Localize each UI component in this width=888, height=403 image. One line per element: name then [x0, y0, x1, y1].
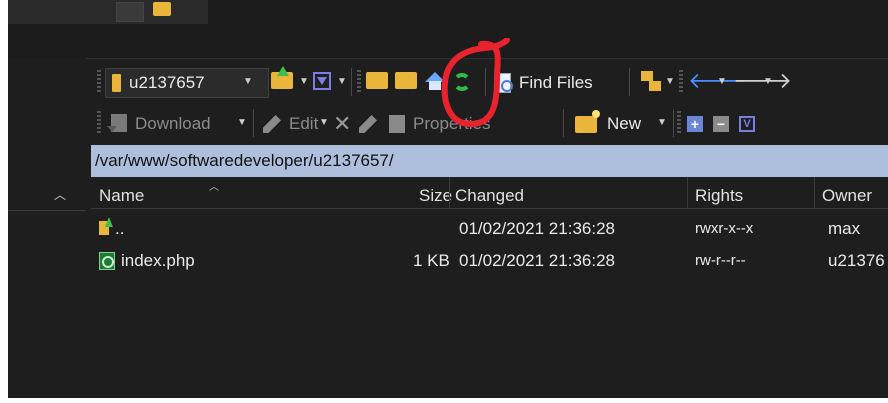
synchronize-button[interactable]: [641, 71, 661, 91]
filter-icon: [313, 72, 331, 90]
separator: [485, 68, 486, 96]
rename-button[interactable]: [359, 111, 377, 137]
separator: [351, 68, 352, 96]
chevron-down-icon[interactable]: ▼: [665, 76, 675, 87]
toolbar-grip[interactable]: [357, 70, 361, 94]
separator: [563, 109, 564, 137]
toolbar-grip[interactable]: [679, 70, 683, 94]
parent-folder-icon: [99, 217, 113, 235]
mini-dropdown[interactable]: [116, 2, 144, 22]
file-size: 1 KB: [413, 251, 450, 270]
root-folder-icon: [395, 72, 417, 89]
unselect-button[interactable]: −: [713, 116, 729, 132]
remote-file-list: Name ︿ Size Changed Rights Owner .. 01/0…: [91, 177, 888, 398]
root-directory-button[interactable]: [395, 72, 417, 89]
file-rights: rw-r--r--: [695, 252, 746, 269]
find-files-icon: [495, 73, 513, 93]
invert-selection-button[interactable]: V: [739, 116, 755, 132]
delete-icon: ✕: [333, 111, 352, 136]
filter-button[interactable]: [313, 72, 331, 90]
local-pane: ︿: [8, 58, 86, 398]
column-header-rights[interactable]: Rights: [695, 177, 743, 208]
column-header-size[interactable]: Size: [419, 177, 452, 208]
edit-button[interactable]: Edit: [263, 111, 318, 137]
remote-path-bar[interactable]: /var/www/softwaredeveloper/u2137657/: [91, 145, 888, 177]
delete-button[interactable]: ✕: [333, 111, 351, 137]
chevron-down-icon[interactable]: ▼: [657, 117, 667, 128]
open-folder-icon: [271, 72, 293, 89]
download-icon: [107, 114, 127, 134]
column-header-name[interactable]: Name: [99, 177, 144, 208]
file-name: ..: [115, 219, 125, 238]
file-owner: max: [828, 219, 861, 238]
parent-folder-icon: [366, 72, 388, 89]
toolbar-grip[interactable]: [677, 111, 681, 135]
find-files-button[interactable]: Find Files: [495, 71, 593, 95]
plus-icon: +: [687, 116, 703, 132]
column-header-owner[interactable]: Owner: [822, 177, 872, 208]
new-folder-icon: [575, 109, 600, 133]
chevron-down-icon[interactable]: ▼: [243, 76, 253, 87]
title-area: [8, 0, 888, 59]
download-label: Download: [135, 114, 211, 133]
parent-directory-button[interactable]: [366, 72, 388, 89]
chevron-down-icon[interactable]: ▼: [763, 76, 773, 87]
file-manager-window: ︿ u2137657 ▼ ▼ ▼ Find Files ▼ 🡐 ▼ 🡒 ▼ Do…: [8, 0, 888, 398]
file-row[interactable]: .. 01/02/2021 21:36:28 rwxr-x--x max: [91, 217, 888, 241]
separator: [253, 109, 254, 137]
new-button[interactable]: New: [575, 109, 642, 137]
current-path: /var/www/softwaredeveloper/u2137657/: [95, 151, 394, 170]
select-all-button[interactable]: +: [687, 116, 703, 132]
file-name: index.php: [121, 251, 195, 270]
column-divider[interactable]: [687, 177, 688, 208]
toolbar-grip[interactable]: [97, 111, 101, 135]
php-file-icon: [99, 252, 115, 270]
new-label: New: [607, 114, 642, 133]
synchronize-icon: [641, 71, 661, 91]
edit-label: Edit: [289, 114, 319, 133]
folder-icon: [112, 74, 121, 92]
chevron-down-icon[interactable]: ▼: [319, 117, 329, 128]
home-icon: [425, 72, 445, 90]
download-button[interactable]: Download: [107, 111, 211, 137]
rename-icon: [359, 115, 377, 133]
properties-icon: [389, 115, 405, 133]
properties-button[interactable]: Properties: [389, 111, 490, 137]
refresh-icon: [453, 73, 471, 91]
separator: [673, 109, 674, 137]
mini-toolbar: [8, 0, 208, 24]
folder-icon[interactable]: [153, 2, 171, 16]
remote-directory-label: u2137657: [129, 73, 205, 92]
open-directory-button[interactable]: [271, 72, 293, 89]
sort-ascending-icon: ︿: [209, 182, 219, 193]
file-changed: 01/02/2021 21:36:28: [459, 251, 615, 270]
chevron-down-icon[interactable]: ▼: [299, 76, 309, 87]
invert-selection-icon: V: [739, 116, 755, 132]
properties-label: Properties: [413, 114, 491, 133]
edit-icon: [263, 115, 281, 133]
column-header-row: Name ︿ Size Changed Rights Owner: [91, 177, 888, 209]
toolbar-grip[interactable]: [97, 70, 101, 94]
column-header-changed[interactable]: Changed: [455, 177, 524, 208]
home-directory-button[interactable]: [425, 72, 445, 90]
local-column-header: [8, 180, 86, 211]
chevron-down-icon[interactable]: ▼: [717, 76, 727, 87]
column-divider[interactable]: [449, 177, 450, 208]
file-changed: 01/02/2021 21:36:28: [459, 219, 615, 238]
file-row[interactable]: index.php 1 KB 01/02/2021 21:36:28 rw-r-…: [91, 249, 888, 273]
chevron-down-icon[interactable]: ▼: [337, 76, 347, 87]
file-owner: u21376: [828, 251, 885, 270]
column-divider[interactable]: [814, 177, 815, 208]
navigation-toolbar: u2137657 ▼ ▼ ▼ Find Files ▼ 🡐 ▼ 🡒 ▼: [93, 64, 888, 102]
file-rights: rwxr-x--x: [695, 220, 754, 237]
scroll-up-icon[interactable]: ︿: [54, 188, 68, 202]
separator: [629, 68, 630, 96]
minus-icon: −: [713, 116, 729, 132]
find-files-label: Find Files: [519, 73, 593, 92]
actions-toolbar: Download ▼ Edit ▼ ✕ Properties New ▼ + −…: [93, 106, 888, 142]
chevron-down-icon[interactable]: ▼: [237, 117, 247, 128]
refresh-button[interactable]: [453, 73, 471, 91]
